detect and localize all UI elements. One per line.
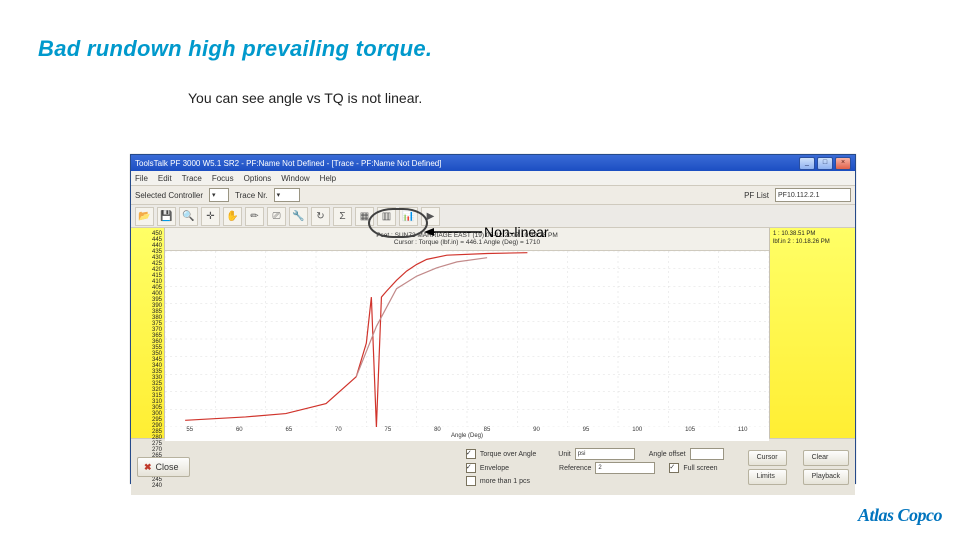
torque-over-angle-label: Torque over Angle bbox=[480, 451, 536, 458]
menu-edit[interactable]: Edit bbox=[158, 174, 172, 183]
y-axis-scale: 4504454404354304254204154104054003953903… bbox=[131, 228, 165, 438]
selector-bar: Selected Controller ▾ Trace Nr. ▾ PF Lis… bbox=[131, 186, 855, 205]
chart-workarea: 4504454404354304254204154104054003953903… bbox=[131, 228, 855, 438]
minimize-button[interactable]: _ bbox=[799, 157, 815, 170]
cursor-icon[interactable]: ✛ bbox=[201, 207, 220, 226]
sum-icon[interactable]: Σ bbox=[333, 207, 352, 226]
preferences-panel: Torque over Angle Unit psi Angle offset … bbox=[131, 438, 855, 495]
unit-select[interactable]: psi bbox=[575, 448, 635, 460]
menu-bar: File Edit Trace Focus Options Window Hel… bbox=[131, 171, 855, 186]
toolstalk-window: ToolsTalk PF 3000 W5.1 SR2 - PF:Name Not… bbox=[130, 154, 856, 484]
annotation-label: Non-linear bbox=[484, 224, 549, 240]
cursor-button[interactable]: Cursor bbox=[748, 450, 787, 466]
slide-title: Bad rundown high prevailing torque. bbox=[38, 36, 432, 62]
playback-button[interactable]: Playback bbox=[803, 469, 849, 485]
reference-select[interactable]: 2 bbox=[595, 462, 655, 474]
angle-offset-label: Angle offset bbox=[649, 451, 686, 458]
brand-logo: Atlas Copco bbox=[858, 505, 942, 526]
window-titlebar[interactable]: ToolsTalk PF 3000 W5.1 SR2 - PF:Name Not… bbox=[131, 155, 855, 171]
pencil-icon[interactable]: ✏ bbox=[245, 207, 264, 226]
legend-entry-1: 1 : 10.38.51 PM bbox=[773, 231, 852, 237]
maximize-button[interactable]: □ bbox=[817, 157, 833, 170]
close-button[interactable]: ✖ Close bbox=[137, 457, 190, 477]
window-title: ToolsTalk PF 3000 W5.1 SR2 - PF:Name Not… bbox=[135, 159, 799, 168]
wrench-icon[interactable]: 🔧 bbox=[289, 207, 308, 226]
menu-options[interactable]: Options bbox=[244, 174, 272, 183]
plot-header-line2: Cursor : Torque (lbf.in) = 446.1 Angle (… bbox=[376, 239, 558, 246]
slide-caption: You can see angle vs TQ is not linear. bbox=[188, 90, 422, 106]
annotation-arrow bbox=[424, 226, 484, 238]
legend-panel: 1 : 10.38.51 PM lbf.in 2 : 10.18.26 PM bbox=[769, 228, 855, 438]
annotation-ellipse bbox=[368, 208, 428, 238]
pf-list-label: PF List bbox=[744, 191, 769, 200]
controller-combo[interactable]: ▾ bbox=[209, 188, 229, 202]
limits-button[interactable]: Limits bbox=[748, 469, 787, 485]
trace-nr-label: Trace Nr. bbox=[235, 191, 268, 200]
more-label: more than 1 pcs bbox=[480, 478, 530, 485]
envelope-label: Envelope bbox=[480, 465, 509, 472]
plot-area: Pset : SUN72 MARRIAGE EAST (19) 06-12-20… bbox=[165, 228, 769, 438]
pan-icon[interactable]: ✋ bbox=[223, 207, 242, 226]
legend-entry-2: lbf.in 2 : 10.18.26 PM bbox=[773, 239, 852, 245]
unit-label: Unit bbox=[558, 451, 570, 458]
menu-window[interactable]: Window bbox=[281, 174, 309, 183]
more-checkbox[interactable] bbox=[466, 476, 476, 486]
zoom-icon[interactable]: 🔍 bbox=[179, 207, 198, 226]
angle-offset-input[interactable] bbox=[690, 448, 724, 460]
close-button-label: Close bbox=[156, 462, 179, 472]
trace-nr-combo[interactable]: ▾ bbox=[274, 188, 300, 202]
reference-label: Reference bbox=[559, 465, 591, 472]
envelope-checkbox[interactable] bbox=[466, 463, 476, 473]
refresh-icon[interactable]: ↻ bbox=[311, 207, 330, 226]
selected-controller-label: Selected Controller bbox=[135, 191, 203, 200]
clear-button[interactable]: Clear bbox=[803, 450, 849, 466]
plot-canvas[interactable] bbox=[165, 251, 769, 427]
close-window-button[interactable]: × bbox=[835, 157, 851, 170]
open-icon[interactable]: 📂 bbox=[135, 207, 154, 226]
close-icon: ✖ bbox=[144, 462, 152, 473]
menu-trace[interactable]: Trace bbox=[182, 174, 202, 183]
menu-focus[interactable]: Focus bbox=[212, 174, 234, 183]
menu-file[interactable]: File bbox=[135, 174, 148, 183]
fullscreen-checkbox[interactable] bbox=[669, 463, 679, 473]
torque-over-angle-checkbox[interactable] bbox=[466, 449, 476, 459]
fullscreen-label: Full screen bbox=[683, 465, 717, 472]
erase-icon[interactable]: ⎚ bbox=[267, 207, 286, 226]
save-icon[interactable]: 💾 bbox=[157, 207, 176, 226]
pf-list-combo[interactable]: PF10.112.2.1 bbox=[775, 188, 851, 202]
menu-help[interactable]: Help bbox=[320, 174, 336, 183]
